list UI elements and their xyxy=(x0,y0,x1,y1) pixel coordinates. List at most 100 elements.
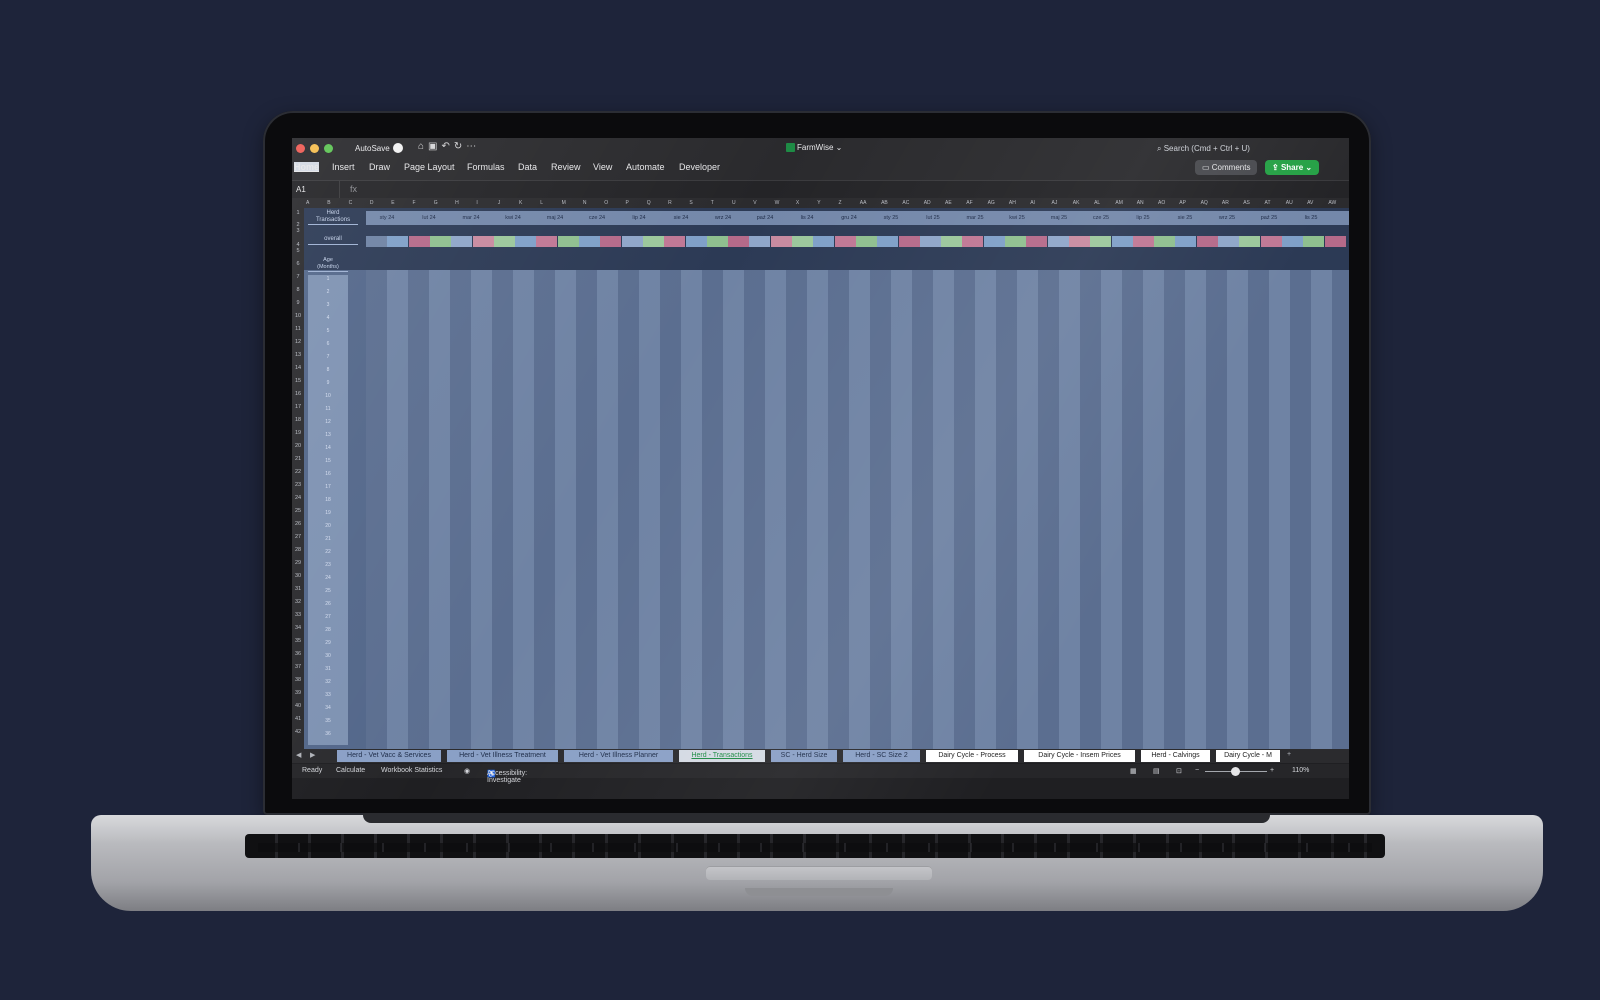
column-header[interactable]: N xyxy=(583,200,587,206)
search-box[interactable]: ⌕ Search (Cmd + Ctrl + U) xyxy=(1157,144,1250,154)
page-layout-view-icon[interactable]: ▤ xyxy=(1153,767,1160,775)
row-header[interactable]: 39 xyxy=(292,690,304,696)
row-header[interactable]: 21 xyxy=(292,456,304,462)
column-header[interactable]: AL xyxy=(1094,200,1100,206)
column-header[interactable]: AM xyxy=(1115,200,1123,206)
row-header[interactable]: 36 xyxy=(292,651,304,657)
column-header[interactable]: U xyxy=(732,200,736,206)
row-header[interactable]: 35 xyxy=(292,638,304,644)
column-header[interactable]: D xyxy=(370,200,374,206)
row-header[interactable]: 41 xyxy=(292,716,304,722)
row-header[interactable]: 30 xyxy=(292,573,304,579)
zoom-slider-handle[interactable] xyxy=(1231,767,1240,776)
column-header[interactable]: T xyxy=(711,200,714,206)
function-icon[interactable]: fx xyxy=(350,184,357,194)
column-header[interactable]: AS xyxy=(1243,200,1250,206)
row-header[interactable]: 5 xyxy=(292,248,304,254)
share-button[interactable]: ⇪ Share ⌄ xyxy=(1265,160,1320,175)
row-header[interactable]: 3 xyxy=(292,228,304,234)
column-header[interactable]: AC xyxy=(902,200,909,206)
column-header[interactable]: Y xyxy=(817,200,820,206)
row-header[interactable]: 8 xyxy=(292,287,304,293)
undo-icon[interactable]: ↶ xyxy=(442,141,454,152)
tab-developer[interactable]: Developer xyxy=(679,162,720,172)
row-header[interactable]: 27 xyxy=(292,534,304,540)
row-header[interactable]: 31 xyxy=(292,586,304,592)
row-header[interactable]: 6 xyxy=(292,261,304,267)
row-header[interactable]: 37 xyxy=(292,664,304,670)
row-header[interactable]: 1 xyxy=(292,210,304,216)
column-header[interactable]: AR xyxy=(1222,200,1229,206)
column-header[interactable]: AN xyxy=(1137,200,1144,206)
column-header[interactable]: F xyxy=(413,200,416,206)
column-header[interactable]: AD xyxy=(924,200,931,206)
column-header[interactable]: E xyxy=(391,200,394,206)
column-header[interactable]: B xyxy=(327,200,330,206)
column-header[interactable]: AO xyxy=(1158,200,1165,206)
column-header[interactable]: AB xyxy=(881,200,888,206)
next-sheet-icon[interactable]: ▶ xyxy=(310,751,315,759)
zoom-out-icon[interactable]: − xyxy=(1195,767,1199,774)
column-header[interactable]: A xyxy=(306,200,309,206)
zoom-window-button[interactable] xyxy=(324,144,333,153)
row-header[interactable]: 14 xyxy=(292,365,304,371)
autosave-toggle[interactable] xyxy=(393,143,403,153)
row-header[interactable]: 10 xyxy=(292,313,304,319)
tab-automate[interactable]: Automate xyxy=(626,162,665,172)
minimize-window-button[interactable] xyxy=(310,144,319,153)
row-header[interactable]: 26 xyxy=(292,521,304,527)
name-box[interactable]: A1 xyxy=(292,181,340,198)
row-header[interactable]: 23 xyxy=(292,482,304,488)
zoom-level[interactable]: 110% xyxy=(1292,767,1309,774)
row-header[interactable]: 7 xyxy=(292,274,304,280)
column-header[interactable]: X xyxy=(796,200,799,206)
row-header[interactable]: 29 xyxy=(292,560,304,566)
column-header[interactable]: AP xyxy=(1179,200,1186,206)
row-header[interactable]: 24 xyxy=(292,495,304,501)
sheet-tab[interactable]: Herd - Vet Illness Planner xyxy=(564,750,673,762)
column-header[interactable]: AV xyxy=(1307,200,1313,206)
row-header[interactable]: 40 xyxy=(292,703,304,709)
column-header[interactable]: AI xyxy=(1030,200,1035,206)
sheet-tab[interactable]: Herd - Calvings xyxy=(1141,750,1210,762)
page-break-view-icon[interactable]: ⊡ xyxy=(1176,767,1182,775)
row-header[interactable]: 19 xyxy=(292,430,304,436)
add-sheet-icon[interactable]: + xyxy=(1287,751,1291,758)
normal-view-icon[interactable]: ▦ xyxy=(1130,767,1137,775)
row-header[interactable]: 20 xyxy=(292,443,304,449)
row-header[interactable]: 33 xyxy=(292,612,304,618)
column-header[interactable]: AA xyxy=(860,200,867,206)
more-icon[interactable]: ⋯ xyxy=(466,141,480,152)
column-header[interactable]: Q xyxy=(647,200,651,206)
column-header[interactable]: AK xyxy=(1073,200,1080,206)
tab-draw[interactable]: Draw xyxy=(369,162,390,172)
tab-home[interactable]: Home xyxy=(294,162,320,172)
row-header[interactable]: 9 xyxy=(292,300,304,306)
row-header[interactable]: 12 xyxy=(292,339,304,345)
row-header[interactable]: 11 xyxy=(292,326,304,332)
data-cells[interactable] xyxy=(366,270,1349,749)
zoom-in-icon[interactable]: + xyxy=(1270,767,1274,774)
column-header[interactable]: S xyxy=(689,200,692,206)
sheet-tab[interactable]: Herd - Transactions xyxy=(679,750,765,762)
column-header[interactable]: Z xyxy=(839,200,842,206)
row-header[interactable]: 28 xyxy=(292,547,304,553)
tab-formulas[interactable]: Formulas xyxy=(467,162,505,172)
comments-button[interactable]: ▭ Comments xyxy=(1195,160,1258,175)
row-header[interactable]: 38 xyxy=(292,677,304,683)
save-icon[interactable]: ▣ xyxy=(428,141,441,152)
home-icon[interactable]: ⌂ xyxy=(418,141,428,152)
tab-page-layout[interactable]: Page Layout xyxy=(404,162,455,172)
record-icon[interactable]: ◉ xyxy=(464,767,470,775)
row-header[interactable]: 18 xyxy=(292,417,304,423)
column-header[interactable]: P xyxy=(626,200,629,206)
sheet-tab[interactable]: Dairy Cycle - Insem Prices xyxy=(1024,750,1135,762)
column-header[interactable]: AE xyxy=(945,200,952,206)
sheet-tab[interactable]: Herd - Vet Illness Treatment xyxy=(447,750,558,762)
column-header[interactable]: AQ xyxy=(1201,200,1208,206)
sheet-tab[interactable]: Dairy Cycle - M xyxy=(1216,750,1280,762)
column-header[interactable]: W xyxy=(775,200,780,206)
column-header[interactable]: AJ xyxy=(1052,200,1058,206)
row-header[interactable]: 42 xyxy=(292,729,304,735)
column-header[interactable]: AT xyxy=(1265,200,1271,206)
